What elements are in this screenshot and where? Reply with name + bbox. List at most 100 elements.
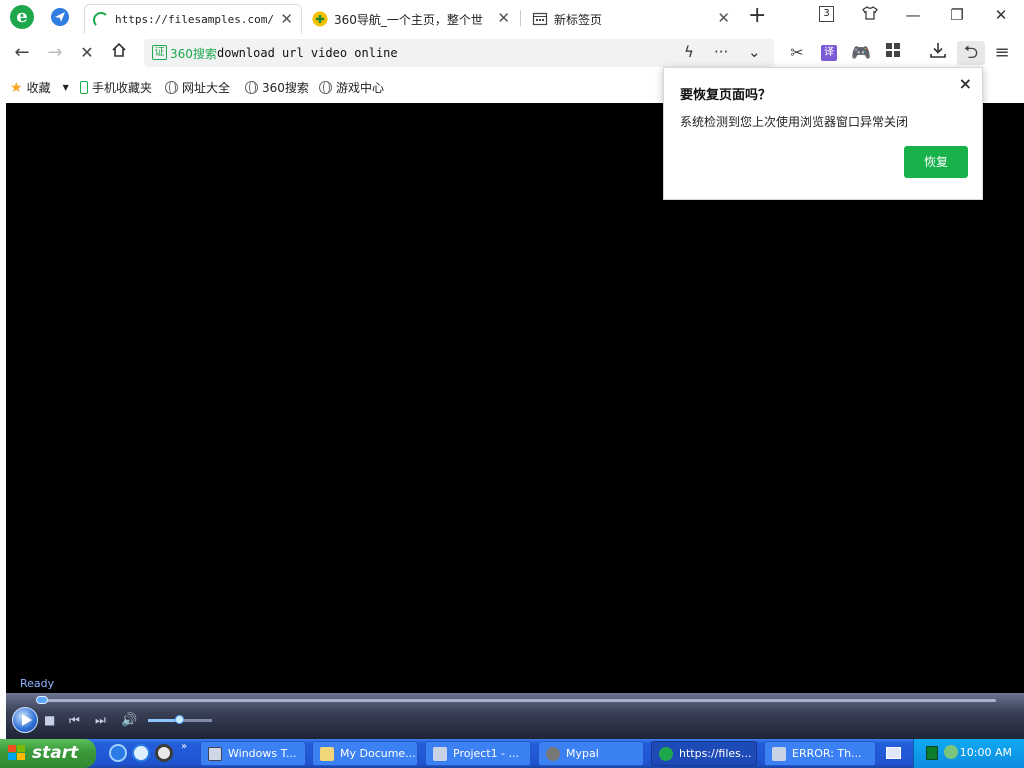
bookmark-label: 收藏 [26, 81, 51, 95]
taskbar-item-browser[interactable]: https://files... [651, 741, 757, 766]
menu-hamburger-icon[interactable]: ≡ [990, 41, 1014, 65]
tab-new-tab[interactable]: 新标签页 ✕ [524, 4, 738, 34]
bookmark-game-center[interactable]: 游戏中心 [319, 79, 384, 96]
tab-divider [520, 10, 521, 26]
loading-spinner-icon [93, 11, 109, 28]
dropdown-caret-icon[interactable]: ▼ [63, 83, 69, 92]
next-track-icon[interactable]: ⏭ [95, 713, 106, 728]
translate-icon[interactable]: 译 [817, 41, 841, 65]
360-browser-logo-icon[interactable]: e [10, 5, 34, 29]
tab-close-icon[interactable]: ✕ [497, 11, 510, 26]
browser-tab-strip: e https://filesamples.com/sa ✕ 360导航_一个主… [0, 0, 1024, 36]
search-engine-label: 360搜索 [170, 47, 217, 61]
taskbar-item-label: https://files... [679, 747, 752, 760]
media-player-controls: ■ ⏮ ⏭ 🔊 [6, 693, 1024, 739]
scissors-icon[interactable]: ✂ [785, 41, 809, 65]
back-arrow-icon[interactable]: ← [10, 41, 34, 65]
browser-quicklaunch-icon[interactable] [132, 744, 150, 762]
bookmark-label: 网址大全 [182, 81, 231, 95]
folder-icon [320, 746, 334, 761]
bookmark-label: 360搜索 [262, 81, 309, 95]
bookmark-label: 游戏中心 [336, 81, 385, 95]
popup-message: 系统检测到您上次使用浏览器窗口异常关闭 [680, 115, 909, 129]
tray-network-icon[interactable] [944, 745, 958, 759]
tab-count-icon[interactable]: 3 [819, 6, 834, 22]
system-tray: 10:00 AM [913, 739, 1024, 768]
tab-label: 360导航_一个主页，整个世 [334, 12, 483, 27]
new-tab-page-icon [532, 12, 548, 26]
address-bar[interactable]: 证 360搜索 download url video online ϟ ··· … [144, 39, 774, 67]
lightning-icon[interactable]: ϟ [684, 43, 694, 61]
taskbar-item-my-documents[interactable]: My Docume... [312, 741, 418, 766]
computer-icon [208, 746, 222, 761]
start-label: start [32, 743, 79, 763]
windows-flag-icon [8, 745, 26, 761]
chevron-down-icon[interactable]: ⌄ [748, 43, 761, 61]
download-icon[interactable] [926, 41, 950, 65]
seek-bar[interactable] [38, 699, 996, 702]
bookmark-site-directory[interactable]: 网址大全 [165, 79, 230, 96]
tab-filesamples[interactable]: https://filesamples.com/sa ✕ [84, 4, 302, 34]
browser-toolbar: ← → ✕ 证 360搜索 download url video online … [0, 36, 1024, 70]
send-arrow-icon[interactable] [51, 8, 69, 26]
phone-icon [80, 81, 88, 94]
popup-close-icon[interactable]: × [959, 74, 972, 93]
more-dots-icon[interactable]: ··· [714, 43, 728, 61]
player-status-text: Ready [20, 677, 55, 690]
restore-button[interactable]: 恢复 [904, 146, 968, 178]
close-window-icon[interactable]: ✕ [986, 4, 1016, 26]
bookmark-360-search[interactable]: 360搜索 [245, 79, 309, 96]
quicklaunch-expand-icon[interactable]: » [181, 741, 187, 752]
apps-grid-icon[interactable] [881, 41, 905, 65]
keyboard-icon[interactable] [886, 747, 901, 759]
gamepad-icon[interactable]: 🎮 [849, 41, 873, 65]
media-player-quicklaunch-icon[interactable] [155, 744, 173, 762]
volume-thumb[interactable] [175, 715, 184, 724]
start-button[interactable]: start [0, 739, 96, 768]
popup-title: 要恢复页面吗？ [680, 88, 772, 103]
home-icon[interactable] [107, 41, 131, 65]
restore-window-icon[interactable]: ❐ [942, 4, 972, 26]
taskbar-item-label: Windows T... [228, 747, 297, 760]
tab-360-nav[interactable]: 360导航_一个主页，整个世 ✕ [304, 4, 518, 34]
stop-loading-icon[interactable]: ✕ [75, 41, 99, 65]
tab-label: 新标签页 [554, 12, 603, 27]
windows-taskbar: start » Windows T... My Docume... Projec… [0, 739, 1024, 768]
taskbar-item-mypal[interactable]: Mypal [538, 741, 644, 766]
clock: 10:00 AM [959, 746, 1012, 759]
taskbar-item-error[interactable]: ERROR: Th... [764, 741, 876, 766]
360-browser-icon [659, 746, 673, 761]
url-input[interactable]: download url video online [217, 46, 398, 60]
360-nav-icon [312, 11, 328, 27]
bookmark-favorites[interactable]: ★ 收藏 ▼ [10, 79, 69, 96]
taskbar-item-windows-task[interactable]: Windows T... [200, 741, 306, 766]
tab-close-icon[interactable]: ✕ [717, 11, 730, 26]
previous-track-icon[interactable]: ⏮ [69, 713, 80, 728]
forward-arrow-icon[interactable]: → [43, 41, 67, 65]
seek-thumb[interactable] [36, 696, 48, 704]
taskbar-item-project1[interactable]: Project1 - ... [425, 741, 531, 766]
volume-speaker-icon[interactable]: 🔊 [121, 713, 137, 728]
bookmark-label: 手机收藏夹 [92, 81, 153, 95]
restore-session-popup: 要恢复页面吗？ × 系统检测到您上次使用浏览器窗口异常关闭 恢复 [663, 67, 983, 200]
stop-button[interactable]: ■ [44, 713, 55, 727]
raccoon-icon [546, 746, 560, 761]
error-window-icon [772, 746, 786, 761]
play-button[interactable] [12, 707, 38, 733]
taskbar-item-label: Project1 - ... [453, 747, 520, 760]
new-tab-plus-icon[interactable]: + [748, 5, 766, 27]
certificate-badge-icon[interactable]: 证 [152, 45, 167, 60]
tab-label: https://filesamples.com/sa [115, 13, 275, 26]
shirt-skin-icon[interactable] [855, 4, 885, 26]
ie-quicklaunch-icon[interactable] [109, 744, 127, 762]
tab-close-icon[interactable]: ✕ [280, 12, 293, 27]
globe-icon [165, 81, 178, 94]
undo-close-tab-icon[interactable]: ⮌ [957, 41, 985, 65]
taskbar-item-label: ERROR: Th... [792, 747, 862, 760]
project-icon [433, 746, 447, 761]
star-icon: ★ [10, 79, 23, 96]
bookmark-mobile-favorites[interactable]: 手机收藏夹 [80, 79, 152, 96]
minimize-icon[interactable]: — [898, 4, 928, 26]
tray-app-icon[interactable] [926, 746, 938, 760]
globe-icon [245, 81, 258, 94]
